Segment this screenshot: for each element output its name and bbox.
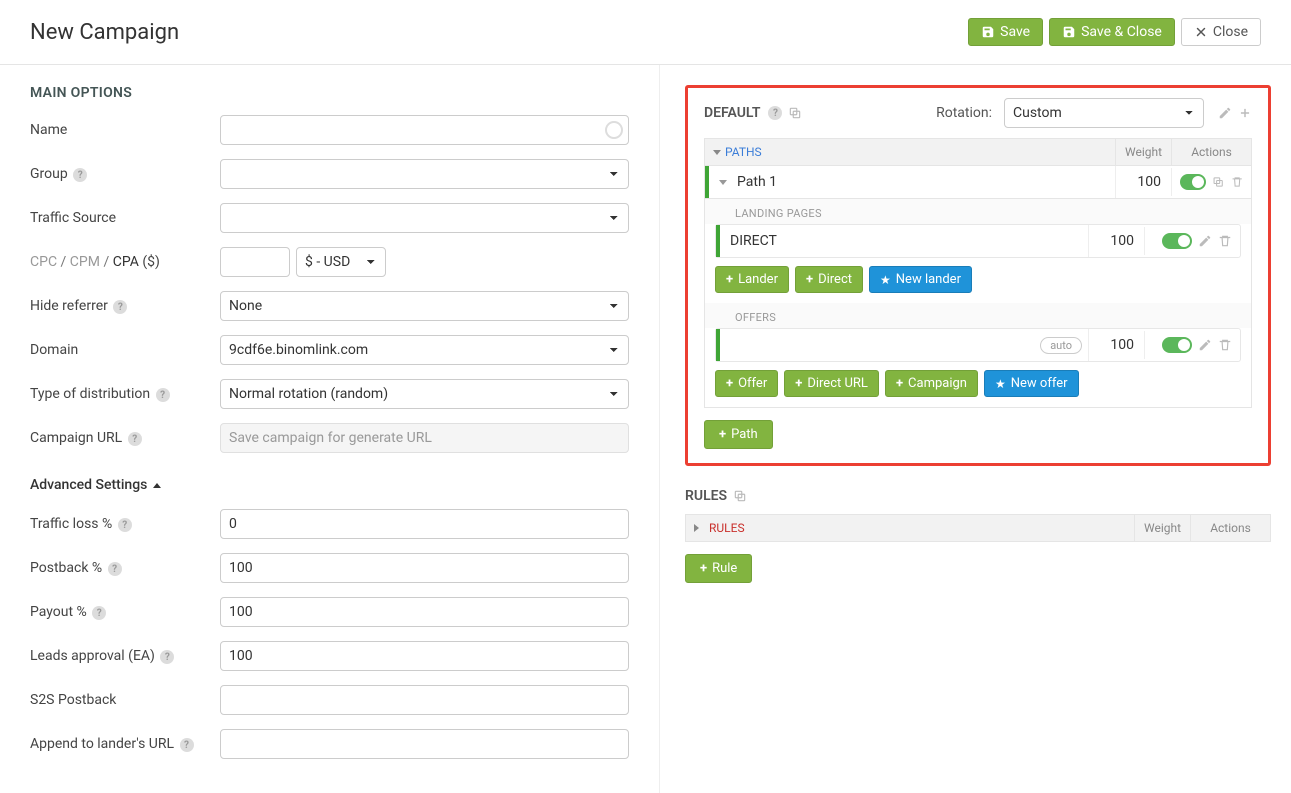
- toggle-switch[interactable]: [1162, 233, 1192, 249]
- paths-header: PATHS Weight Actions: [704, 138, 1252, 166]
- distribution-label: Type of distribution: [30, 386, 150, 402]
- save-close-button[interactable]: Save & Close: [1049, 18, 1175, 46]
- chevron-down-icon: [719, 180, 727, 185]
- save-icon: [1062, 25, 1076, 39]
- domain-label: Domain: [30, 342, 220, 358]
- offer-row[interactable]: auto 100: [715, 328, 1241, 362]
- add-campaign-button[interactable]: +Campaign: [885, 370, 978, 397]
- currency-select[interactable]: $ - USD: [296, 247, 386, 277]
- copy-icon[interactable]: [1212, 175, 1224, 189]
- hide-referrer-select[interactable]: None: [220, 291, 629, 321]
- add-direct-url-button[interactable]: +Direct URL: [784, 370, 879, 397]
- name-label: Name: [30, 122, 220, 138]
- help-icon[interactable]: ?: [108, 562, 122, 576]
- help-icon[interactable]: ?: [180, 738, 194, 752]
- help-icon[interactable]: ?: [160, 650, 174, 664]
- campaign-url-label: Campaign URL: [30, 430, 122, 446]
- cost-input[interactable]: [220, 247, 290, 277]
- help-icon[interactable]: ?: [156, 388, 170, 402]
- path-name: Path 1: [737, 174, 777, 190]
- toggle-switch[interactable]: [1180, 174, 1206, 190]
- main-options-panel: MAIN OPTIONS Name Group ? Traffic Source: [0, 65, 660, 793]
- trash-icon[interactable]: [1231, 175, 1243, 189]
- landing-weight: 100: [1088, 225, 1144, 257]
- add-rule-button[interactable]: +Rule: [685, 554, 752, 583]
- pencil-icon[interactable]: [1198, 234, 1212, 248]
- group-label: Group: [30, 166, 68, 182]
- s2s-postback-label: S2S Postback: [30, 692, 220, 708]
- path-row[interactable]: Path 1 100: [704, 166, 1252, 199]
- rotation-select[interactable]: Custom: [1004, 98, 1204, 128]
- payout-pct-input[interactable]: [220, 597, 629, 627]
- path-weight: 100: [1115, 166, 1171, 198]
- landing-name: DIRECT: [730, 233, 777, 249]
- close-icon: [1194, 25, 1208, 39]
- default-title: DEFAULT: [704, 105, 760, 121]
- append-url-input[interactable]: [220, 729, 629, 759]
- offers-title: OFFERS: [705, 303, 1251, 328]
- append-url-label: Append to lander's URL: [30, 736, 174, 752]
- page-title: New Campaign: [30, 20, 179, 45]
- traffic-loss-label: Traffic loss %: [30, 516, 112, 532]
- plus-icon[interactable]: [1238, 106, 1252, 120]
- domain-select[interactable]: 9cdf6e.binomlink.com: [220, 335, 629, 365]
- add-lander-button[interactable]: +Lander: [715, 266, 789, 293]
- trash-icon[interactable]: [1218, 338, 1232, 352]
- s2s-postback-input[interactable]: [220, 685, 629, 715]
- add-offer-button[interactable]: +Offer: [715, 370, 778, 397]
- toggle-switch[interactable]: [1162, 337, 1192, 353]
- distribution-select[interactable]: Normal rotation (random): [220, 379, 629, 409]
- default-panel: DEFAULT ? Rotation: Custom PATHS Weight …: [685, 85, 1271, 466]
- new-offer-button[interactable]: ★New offer: [984, 370, 1079, 397]
- advanced-settings-toggle[interactable]: Advanced Settings: [30, 477, 161, 493]
- copy-icon[interactable]: [788, 106, 802, 120]
- rules-panel-title: RULES: [685, 488, 1271, 504]
- chevron-up-icon: [153, 483, 161, 488]
- postback-pct-label: Postback %: [30, 560, 102, 576]
- help-icon[interactable]: ?: [92, 606, 106, 620]
- leads-approval-input[interactable]: [220, 641, 629, 671]
- pencil-icon[interactable]: [1198, 338, 1212, 352]
- add-direct-button[interactable]: +Direct: [795, 266, 863, 293]
- traffic-source-select[interactable]: [220, 203, 629, 233]
- help-icon[interactable]: ?: [128, 432, 142, 446]
- help-icon[interactable]: ?: [768, 106, 782, 120]
- trash-icon[interactable]: [1218, 234, 1232, 248]
- postback-pct-input[interactable]: [220, 553, 629, 583]
- chevron-right-icon[interactable]: [694, 524, 699, 532]
- rules-header: RULES Weight Actions: [685, 514, 1271, 542]
- leads-approval-label: Leads approval (EA): [30, 648, 155, 664]
- payout-pct-label: Payout %: [30, 604, 87, 620]
- hide-referrer-label: Hide referrer: [30, 298, 108, 314]
- auto-chip[interactable]: auto: [1040, 337, 1082, 354]
- offer-weight: 100: [1088, 329, 1144, 361]
- traffic-loss-input[interactable]: [220, 509, 629, 539]
- traffic-source-label: Traffic Source: [30, 210, 220, 226]
- group-select[interactable]: [220, 159, 629, 189]
- add-path-button[interactable]: +Path: [704, 420, 773, 449]
- help-icon[interactable]: ?: [118, 518, 132, 532]
- landing-pages-title: LANDING PAGES: [705, 199, 1251, 224]
- save-icon: [981, 25, 995, 39]
- landing-row[interactable]: DIRECT 100: [715, 224, 1241, 258]
- rotation-label: Rotation:: [936, 105, 992, 121]
- copy-icon[interactable]: [733, 489, 747, 503]
- close-button[interactable]: Close: [1181, 18, 1261, 46]
- cost-model-label[interactable]: CPC / CPM / CPA ($): [30, 254, 220, 270]
- main-options-title: MAIN OPTIONS: [30, 85, 629, 101]
- help-icon[interactable]: ?: [73, 168, 87, 182]
- chevron-down-icon[interactable]: [713, 150, 721, 155]
- name-status-icon: [605, 121, 623, 139]
- name-input[interactable]: [220, 115, 629, 145]
- campaign-url-box: Save campaign for generate URL: [220, 423, 629, 453]
- new-lander-button[interactable]: ★New lander: [869, 266, 972, 293]
- save-button[interactable]: Save: [968, 18, 1043, 46]
- help-icon[interactable]: ?: [113, 300, 127, 314]
- pencil-icon[interactable]: [1218, 106, 1232, 120]
- top-toolbar: New Campaign Save Save & Close Close: [0, 0, 1291, 65]
